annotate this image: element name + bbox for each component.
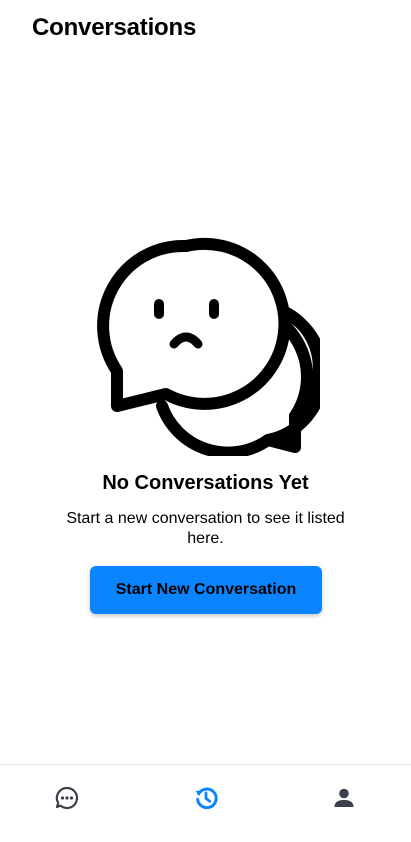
empty-state-description: Start a new conversation to see it liste…: [66, 510, 345, 547]
history-icon: [195, 787, 218, 810]
nav-item-chat[interactable]: [54, 785, 80, 811]
nav-item-history[interactable]: [193, 785, 219, 811]
page-title: Conversations: [32, 14, 197, 41]
sad-chat-bubbles-icon: [97, 237, 320, 456]
empty-state-title: No Conversations Yet: [102, 472, 309, 494]
chat-bubble-icon: [55, 786, 79, 810]
person-icon: [334, 788, 354, 807]
start-new-conversation-button[interactable]: Start New Conversation: [90, 566, 322, 614]
bottom-nav: [0, 764, 411, 842]
nav-item-profile[interactable]: [331, 785, 357, 811]
